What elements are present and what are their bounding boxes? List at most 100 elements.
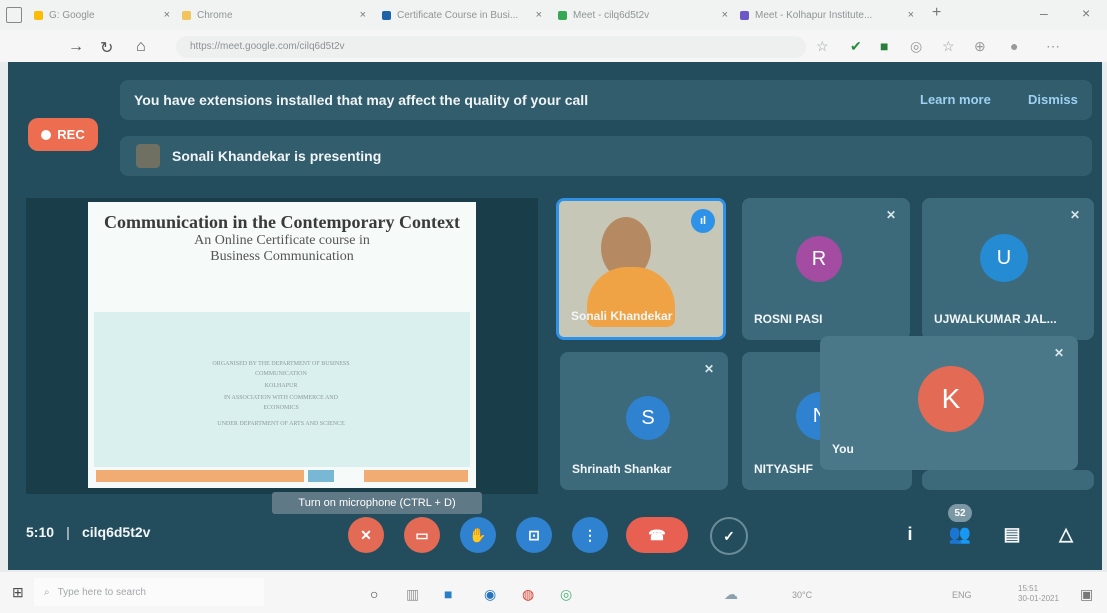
people-icon: 👥 (948, 523, 972, 544)
mic-muted-icon: ✕ (703, 362, 714, 376)
presentation-slide: Communication in the Contemporary Contex… (88, 202, 476, 488)
browser-tab[interactable]: Meet - cilq6d5t2v × (552, 4, 734, 26)
participant-tile[interactable]: ✕ U UJWALKUMAR JAL... (922, 198, 1094, 340)
check-extension-icon[interactable]: ✔ (850, 38, 862, 55)
slide-footer-bar (364, 470, 468, 482)
cortana-icon[interactable]: ○ (370, 586, 378, 602)
slide-text-line: ORGANISED BY THE DEPARTMENT OF BUSINESS (212, 361, 350, 367)
close-window-icon[interactable]: × (1082, 5, 1090, 21)
captions-button[interactable]: ✓ (710, 517, 748, 555)
tab-icon (34, 10, 43, 20)
microphone-button[interactable]: ✕ (348, 517, 384, 553)
window-icon[interactable] (6, 7, 22, 23)
mic-muted-icon: ✕ (885, 208, 896, 222)
activities-icon: △ (1059, 523, 1073, 544)
present-icon: ⊡ (528, 526, 540, 543)
tab-icon (182, 10, 191, 20)
favorites-icon[interactable]: ☆ (942, 38, 955, 55)
meet-window: You have extensions installed that may a… (8, 62, 1102, 570)
notifications-icon[interactable]: ▣ (1080, 586, 1093, 603)
tab-icon (382, 10, 391, 20)
self-avatar: K (918, 366, 984, 432)
app-icon[interactable]: ◎ (560, 586, 572, 603)
participant-tile-edge (922, 470, 1094, 490)
recording-indicator: REC (28, 118, 98, 151)
more-options-button[interactable]: ⋮ (572, 517, 608, 553)
mic-off-icon: ✕ (360, 526, 372, 543)
presenting-banner: Sonali Khandekar is presenting (120, 136, 1092, 176)
taskbar-clock[interactable]: 15:51 30-01-2021 (1018, 584, 1059, 604)
activities-button[interactable]: △ (1052, 520, 1080, 548)
minimize-icon[interactable]: – (1040, 5, 1048, 21)
address-bar[interactable]: https://meet.google.com/cilq6d5t2v (176, 36, 806, 58)
leave-call-button[interactable]: ☎ (626, 517, 688, 553)
home-icon[interactable]: ⌂ (136, 38, 146, 56)
browser-tab[interactable]: G: Google × (28, 4, 176, 26)
participant-avatar: R (796, 236, 842, 282)
search-icon: ⌕ (44, 586, 50, 598)
participant-tile[interactable]: ✕ S Shrinath Shankar (560, 352, 728, 490)
new-tab-icon[interactable]: + (932, 4, 941, 22)
raise-hand-button[interactable]: ✋ (460, 517, 496, 553)
browser-tab[interactable]: Certificate Course in Busi... × (376, 4, 548, 26)
slide-text-line: KOLHAPUR (264, 383, 298, 389)
participant-avatar: U (980, 234, 1028, 282)
participant-name: Sonali Khandekar (571, 309, 673, 323)
reload-icon[interactable]: ↻ (100, 38, 113, 58)
shield-extension-icon[interactable]: ■ (880, 38, 888, 54)
presenter-avatar (136, 144, 160, 168)
browser-tab[interactable]: Chrome × (176, 4, 372, 26)
extension-warning-banner: You have extensions installed that may a… (120, 80, 1092, 120)
browser-tab[interactable]: Meet - Kolhapur Institute... × (734, 4, 920, 26)
slide-subtitle: An Online Certificate course in (194, 233, 370, 248)
dismiss-link[interactable]: Dismiss (1028, 92, 1078, 107)
meeting-info-button[interactable]: i (896, 520, 924, 548)
leave-call-icon: ☎ (648, 526, 666, 543)
participant-avatar: S (626, 396, 670, 440)
chat-button[interactable]: ▤ (998, 520, 1026, 548)
camera-off-icon: ▭ (415, 526, 429, 543)
chrome-icon[interactable]: ◍ (522, 586, 534, 603)
tab-icon (558, 10, 567, 20)
windows-start-icon[interactable]: ⊞ (12, 584, 24, 601)
info-icon: i (907, 523, 913, 544)
participant-tile[interactable]: ıl Sonali Khandekar (556, 198, 726, 340)
participant-name: Shrinath Shankar (572, 462, 672, 476)
self-view-tile[interactable]: ✕ K You (820, 336, 1078, 470)
edge-icon[interactable]: ◉ (484, 586, 496, 603)
slide-text-line: UNDER DEPARTMENT OF ARTS AND SCIENCE (217, 421, 345, 427)
taskbar-search[interactable]: ⌕ Type here to search (34, 578, 264, 606)
mic-muted-icon: ✕ (1069, 208, 1080, 222)
present-now-button[interactable]: ⊡ (516, 517, 552, 553)
participant-name: NITYASHF (754, 462, 813, 476)
slide-text-line: IN ASSOCIATION WITH COMMERCE AND (224, 395, 338, 401)
meeting-details: 5:10 | cilq6d5t2v (26, 524, 151, 540)
star-icon[interactable]: ☆ (816, 38, 829, 55)
forward-icon[interactable]: → (68, 38, 84, 56)
microphone-tooltip: Turn on microphone (CTRL + D) (272, 492, 482, 514)
camera-button[interactable]: ▭ (404, 517, 440, 553)
extension-icon[interactable]: ◎ (910, 38, 922, 55)
profile-icon[interactable]: ● (1010, 38, 1018, 54)
browser-menu-icon[interactable]: ⋯ (1046, 38, 1060, 55)
self-name: You (832, 442, 854, 456)
record-dot-icon (41, 129, 52, 140)
people-button[interactable]: 👥 (946, 520, 974, 548)
captions-icon: ✓ (723, 527, 735, 544)
temperature-label: 30°C (792, 590, 813, 600)
tab-icon (740, 10, 749, 20)
task-view-icon[interactable]: ▥ (406, 586, 419, 603)
more-icon: ⋮ (583, 526, 597, 543)
participant-tile[interactable]: ✕ R ROSNI PASI (742, 198, 910, 340)
learn-more-link[interactable]: Learn more (920, 92, 991, 107)
slide-title: Communication in the Contemporary Contex… (104, 212, 460, 232)
chat-icon: ▤ (1003, 523, 1021, 544)
windows-store-icon[interactable]: ■ (444, 586, 452, 602)
participant-name: ROSNI PASI (754, 312, 823, 326)
browser-tab-strip: G: Google × Chrome × Certificate Course in… (0, 0, 1107, 30)
language-label[interactable]: ENG (952, 590, 972, 600)
collections-icon[interactable]: ⊕ (974, 38, 986, 55)
slide-subtitle: Business Communication (210, 249, 354, 264)
weather-icon[interactable]: ☁ (724, 586, 738, 603)
slide-footer-bar (96, 470, 304, 482)
